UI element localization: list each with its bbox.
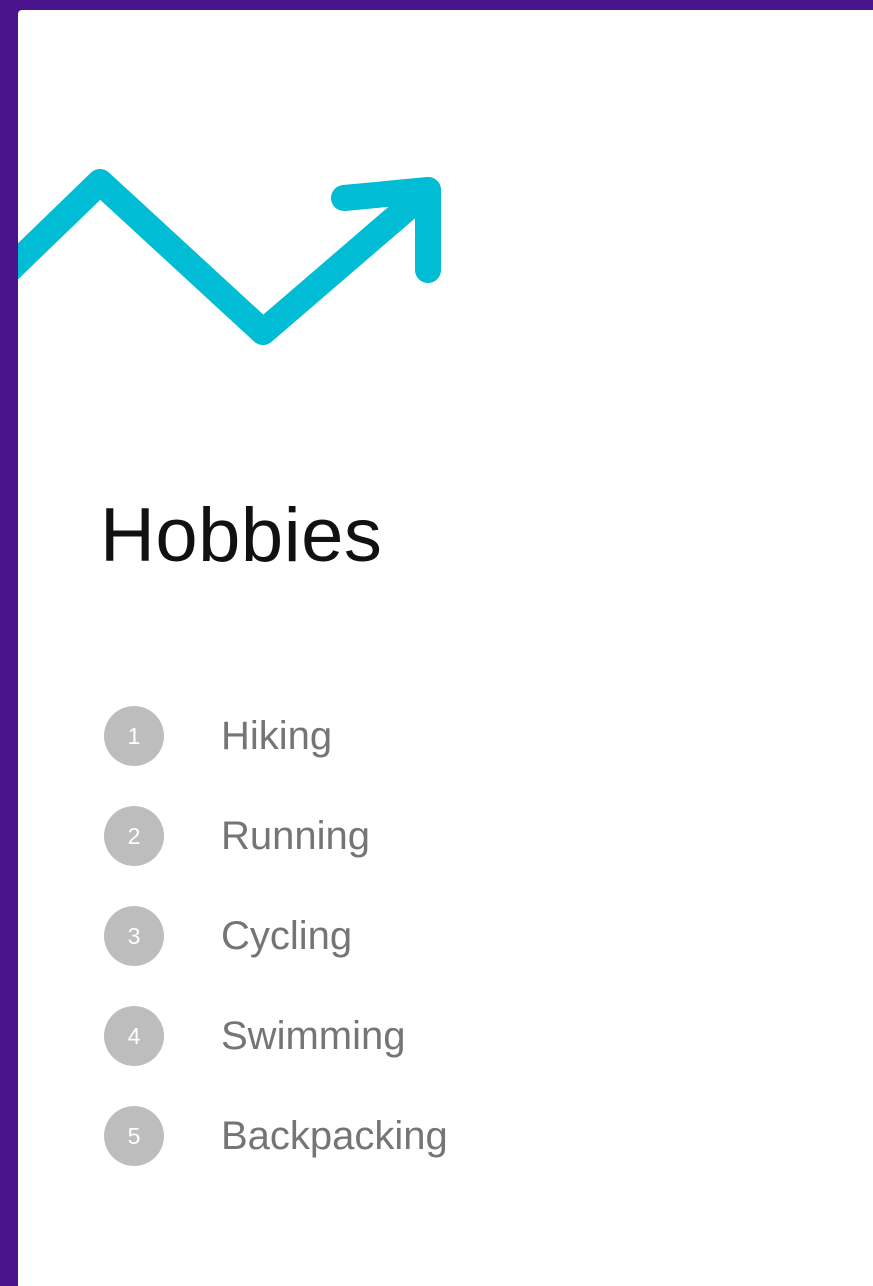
number-badge: 5 (104, 1106, 164, 1166)
hobbies-card: Hobbies 1 Hiking 2 Running 3 Cycling 4 S… (18, 10, 873, 1286)
hobby-label: Cycling (221, 914, 353, 958)
list-item: 5 Backpacking (104, 1106, 448, 1206)
list-item: 3 Cycling (104, 906, 448, 1006)
page-title: Hobbies (100, 493, 383, 578)
trending-up-icon (18, 169, 441, 345)
number-badge: 4 (104, 1006, 164, 1066)
number-badge: 1 (104, 706, 164, 766)
hobbies-list: 1 Hiking 2 Running 3 Cycling 4 Swimming … (104, 706, 448, 1206)
list-item: 1 Hiking (104, 706, 448, 806)
list-item: 4 Swimming (104, 1006, 448, 1106)
hobby-label: Backpacking (221, 1114, 448, 1158)
hobby-label: Swimming (221, 1014, 406, 1058)
number-badge: 3 (104, 906, 164, 966)
list-item: 2 Running (104, 806, 448, 906)
number-badge: 2 (104, 806, 164, 866)
hobby-label: Hiking (221, 714, 333, 758)
hobby-label: Running (221, 814, 371, 858)
